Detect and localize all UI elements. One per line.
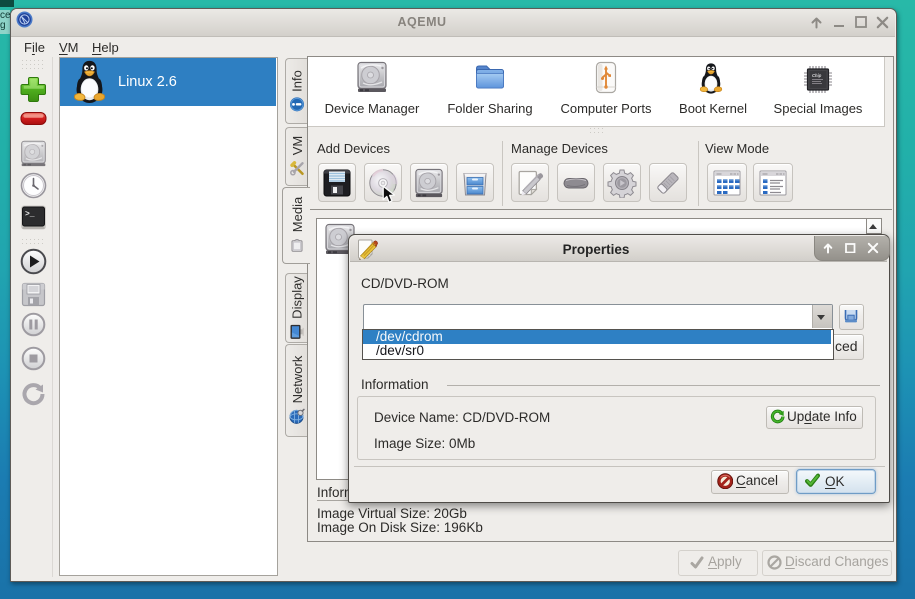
svg-text:>_: >_ [25,210,35,219]
svg-text:Chip: Chip [812,73,822,78]
